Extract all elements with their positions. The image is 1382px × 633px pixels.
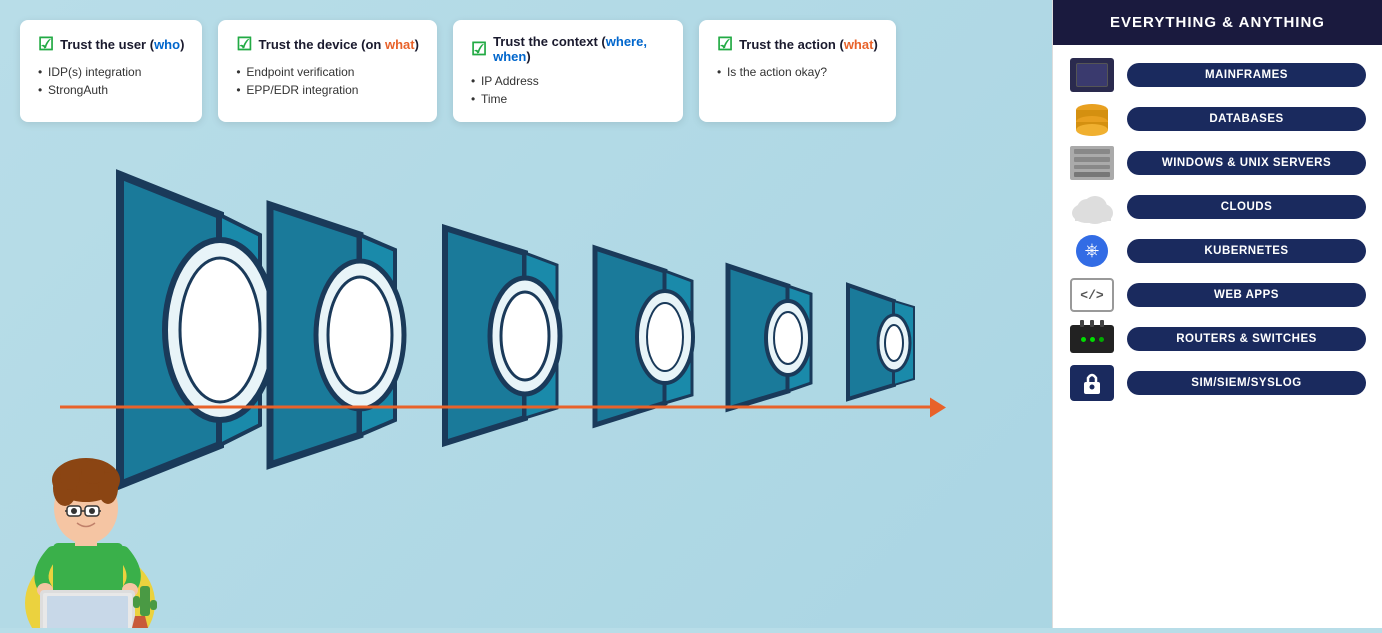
arrow-line bbox=[60, 405, 932, 408]
highlight-who: who bbox=[154, 37, 180, 52]
highlight-where-when: where, when bbox=[493, 34, 647, 64]
sidebar-item-siem[interactable]: SIM/SIEM/SYSLOG bbox=[1069, 365, 1366, 401]
card-bullets-device: Endpoint verification EPP/EDR integratio… bbox=[236, 63, 419, 99]
card-trust-context: ☑ Trust the context (where, when) IP Add… bbox=[453, 20, 683, 122]
card-bullets-user: IDP(s) integration StrongAuth bbox=[38, 63, 184, 99]
sidebar-item-web-apps[interactable]: </> WEB APPS bbox=[1069, 277, 1366, 313]
web-apps-icon: </> bbox=[1069, 277, 1115, 313]
card-trust-action: ☑ Trust the action (what) Is the action … bbox=[699, 20, 896, 122]
bullet-endpoint: Endpoint verification bbox=[236, 63, 419, 81]
kubernetes-label[interactable]: KUBERNETES bbox=[1127, 239, 1366, 263]
card-title-text-context: Trust the context (where, when) bbox=[493, 34, 665, 64]
checkmark-icon-device: ☑ bbox=[236, 34, 252, 55]
tunnel-visualization bbox=[30, 185, 1032, 628]
sidebar-item-clouds[interactable]: CLOUDS bbox=[1069, 189, 1366, 225]
sidebar-item-windows-unix[interactable]: WINDOWS & UNIX SERVERS bbox=[1069, 145, 1366, 181]
bullet-epp: EPP/EDR integration bbox=[236, 81, 419, 99]
left-area: ☑ Trust the user (who) IDP(s) integratio… bbox=[0, 0, 1052, 628]
sidebar-item-databases[interactable]: DATABASES bbox=[1069, 101, 1366, 137]
tunnel-2 bbox=[270, 205, 404, 465]
card-trust-device: ☑ Trust the device (on what) Endpoint ve… bbox=[218, 20, 437, 122]
card-title-text-device: Trust the device (on what) bbox=[259, 37, 419, 52]
tunnel-5 bbox=[728, 266, 811, 409]
arrow-head bbox=[930, 397, 946, 417]
tunnel-3 bbox=[445, 228, 560, 443]
siem-label[interactable]: SIM/SIEM/SYSLOG bbox=[1127, 371, 1366, 395]
sidebar-header: EVERYTHING & ANYTHING bbox=[1053, 0, 1382, 45]
checkmark-icon-action: ☑ bbox=[717, 34, 733, 55]
mainframe-icon bbox=[1069, 57, 1115, 93]
main-container: ☑ Trust the user (who) IDP(s) integratio… bbox=[0, 0, 1382, 628]
routers-label[interactable]: ROUTERS & SWITCHES bbox=[1127, 327, 1366, 351]
cards-row: ☑ Trust the user (who) IDP(s) integratio… bbox=[20, 20, 1032, 122]
character bbox=[15, 418, 175, 628]
highlight-what-device: what bbox=[385, 37, 415, 52]
card-title-text-action: Trust the action (what) bbox=[739, 37, 878, 52]
card-title-context: ☑ Trust the context (where, when) bbox=[471, 34, 665, 64]
card-bullets-action: Is the action okay? bbox=[717, 63, 878, 81]
router-icon bbox=[1069, 321, 1115, 357]
sidebar-item-mainframes[interactable]: MAINFRAMES bbox=[1069, 57, 1366, 93]
databases-label[interactable]: DATABASES bbox=[1127, 107, 1366, 131]
sidebar-item-kubernetes[interactable]: ⎈ KUBERNETES bbox=[1069, 233, 1366, 269]
bullet-time: Time bbox=[471, 90, 665, 108]
windows-unix-label[interactable]: WINDOWS & UNIX SERVERS bbox=[1127, 151, 1366, 175]
siem-icon bbox=[1069, 365, 1115, 401]
card-title-text-user: Trust the user (who) bbox=[60, 37, 184, 52]
bullet-ip: IP Address bbox=[471, 72, 665, 90]
server-icon bbox=[1069, 145, 1115, 181]
card-trust-user: ☑ Trust the user (who) IDP(s) integratio… bbox=[20, 20, 202, 122]
card-title-user: ☑ Trust the user (who) bbox=[38, 34, 184, 55]
checkmark-icon-context: ☑ bbox=[471, 39, 487, 60]
sidebar-item-routers[interactable]: ROUTERS & SWITCHES bbox=[1069, 321, 1366, 357]
mainframes-label[interactable]: MAINFRAMES bbox=[1127, 63, 1366, 87]
right-sidebar: EVERYTHING & ANYTHING MAINFRAMES bbox=[1052, 0, 1382, 628]
tunnel-4 bbox=[595, 248, 693, 425]
card-title-action: ☑ Trust the action (what) bbox=[717, 34, 878, 55]
bullet-action-ok: Is the action okay? bbox=[717, 63, 878, 81]
card-bullets-context: IP Address Time bbox=[471, 72, 665, 108]
card-title-device: ☑ Trust the device (on what) bbox=[236, 34, 419, 55]
checkmark-icon-user: ☑ bbox=[38, 34, 54, 55]
tunnel-6 bbox=[848, 285, 914, 399]
cloud-icon bbox=[1069, 189, 1115, 225]
bullet-strongauth: StrongAuth bbox=[38, 81, 184, 99]
arrow-container bbox=[60, 405, 932, 408]
sidebar-items: MAINFRAMES DATABASES bbox=[1053, 45, 1382, 628]
svg-text:⎈: ⎈ bbox=[1085, 240, 1099, 260]
web-apps-label[interactable]: WEB APPS bbox=[1127, 283, 1366, 307]
character-svg bbox=[15, 418, 175, 628]
highlight-what-action: what bbox=[844, 37, 874, 52]
tunnels-svg bbox=[60, 155, 980, 505]
clouds-label[interactable]: CLOUDS bbox=[1127, 195, 1366, 219]
database-icon bbox=[1069, 101, 1115, 137]
bullet-idp: IDP(s) integration bbox=[38, 63, 184, 81]
kubernetes-icon: ⎈ bbox=[1069, 233, 1115, 269]
